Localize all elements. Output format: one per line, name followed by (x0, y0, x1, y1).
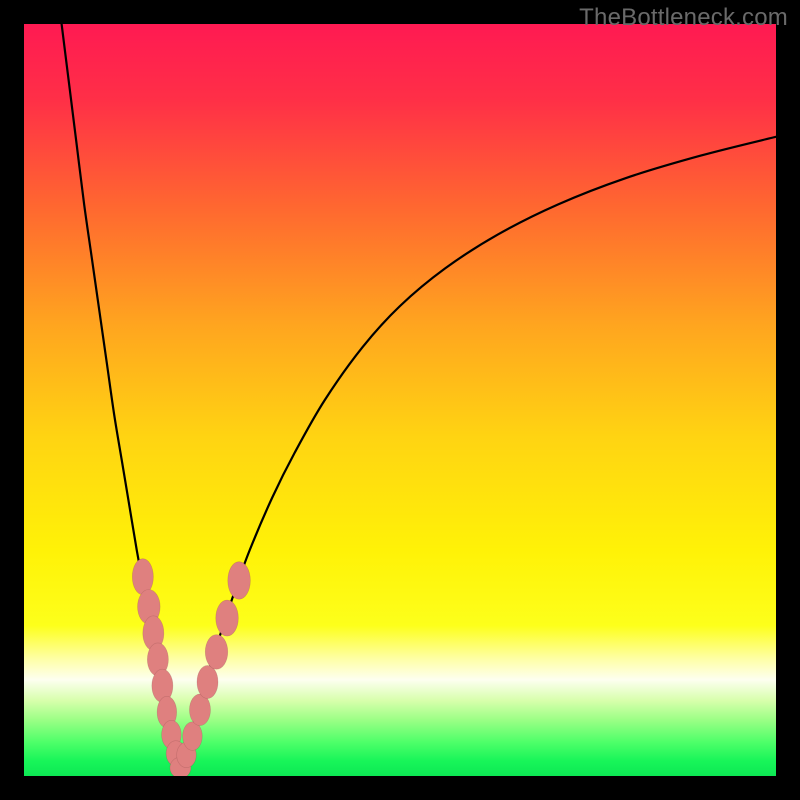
plot-area (24, 24, 776, 776)
bead (183, 722, 203, 751)
bead (216, 600, 239, 636)
watermark-text: TheBottleneck.com (579, 4, 788, 32)
bead (228, 562, 251, 600)
bead (197, 665, 218, 698)
chart-frame: TheBottleneck.com (0, 0, 800, 800)
bottleneck-curve (24, 24, 776, 776)
curve-right (180, 137, 776, 769)
bead-cluster (132, 559, 250, 776)
bead (205, 635, 228, 670)
